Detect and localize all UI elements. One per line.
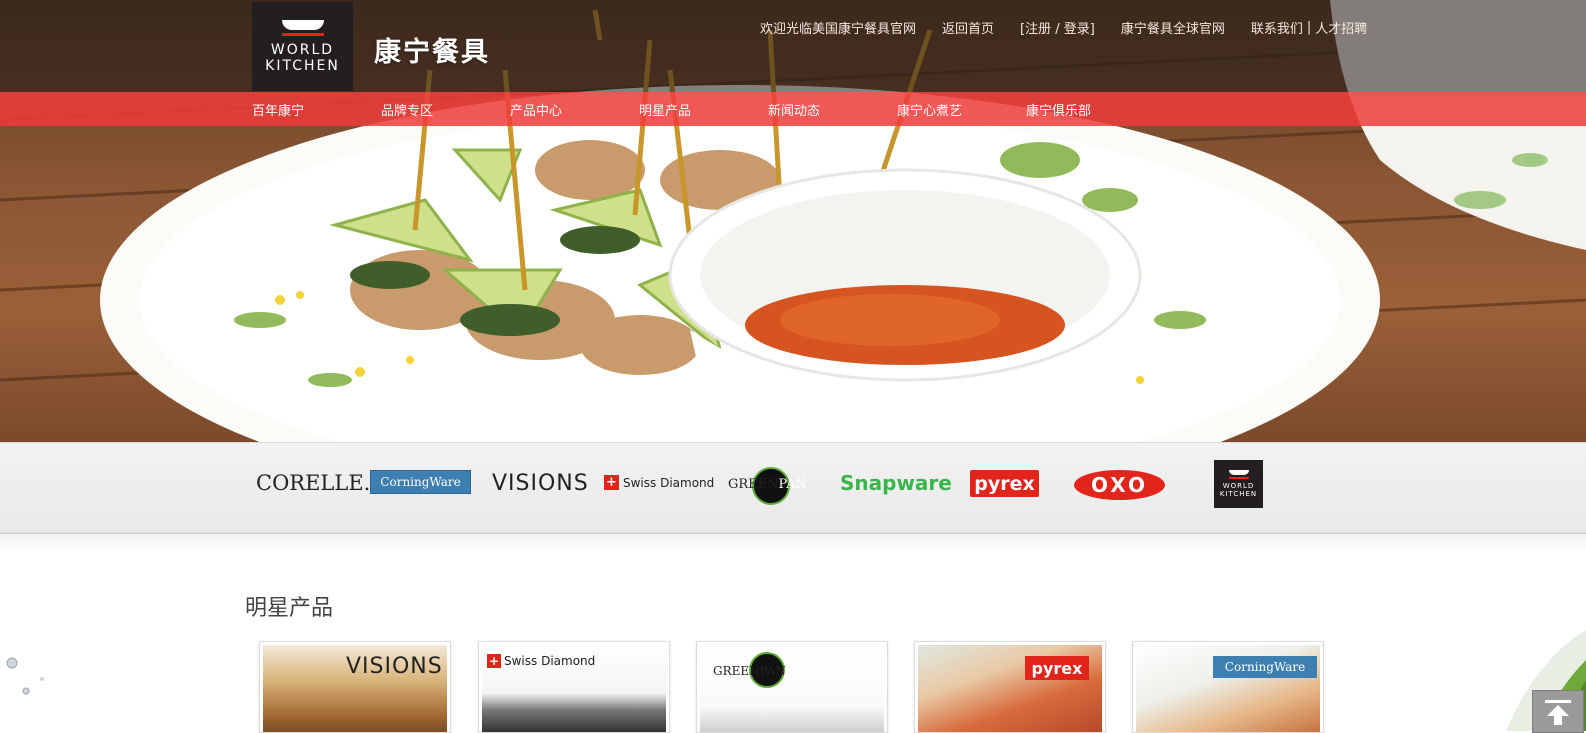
- brand-pyrex[interactable]: pyrex: [970, 470, 1039, 497]
- product-brand-label: + Swiss Diamond: [487, 654, 595, 668]
- brand-swiss-diamond[interactable]: + Swiss Diamond: [604, 475, 714, 490]
- swiss-cross-icon: +: [604, 475, 619, 490]
- site-title: 康宁餐具: [374, 37, 490, 68]
- product-brand-label: pyrex: [1025, 656, 1089, 680]
- register-login-link[interactable]: [注册 / 登录]: [1020, 18, 1095, 37]
- logo-text-world: WORLD: [270, 41, 335, 58]
- nav-item-brands[interactable]: 品牌专区: [381, 100, 510, 119]
- brand-corningware[interactable]: CorningWare: [370, 470, 471, 494]
- product-brand-label: CorningWare: [1213, 656, 1317, 678]
- brand-snapware[interactable]: Snapware: [840, 471, 952, 495]
- top-links: 欢迎光临美国康宁餐具官网 返回首页 [注册 / 登录] 康宁餐具全球官网 联系我…: [760, 17, 1367, 37]
- brand-corelle[interactable]: CORELLE.: [256, 471, 370, 495]
- arrow-up-icon: [1545, 699, 1571, 725]
- star-products-title: 明星产品: [245, 596, 334, 621]
- global-site-link[interactable]: 康宁餐具全球官网: [1121, 18, 1225, 37]
- greenpan-label-a: GREEN: [728, 477, 779, 492]
- product-brand-label: VISIONS: [346, 654, 443, 679]
- brand-oxo[interactable]: OXO: [1074, 470, 1165, 500]
- nav-item-history[interactable]: 百年康宁: [252, 100, 381, 119]
- product-image: [700, 645, 884, 732]
- nav-item-cooking[interactable]: 康宁心煮艺: [897, 100, 1026, 119]
- home-link[interactable]: 返回首页: [942, 18, 994, 37]
- wk-text-1: WORLD: [1222, 482, 1255, 490]
- jobs-link[interactable]: 人才招聘: [1315, 18, 1367, 37]
- header-bar: [0, 0, 1586, 92]
- brand-visions[interactable]: VISIONS: [492, 471, 589, 496]
- logo-bowl-icon: [281, 19, 324, 30]
- product-card-swiss-diamond[interactable]: + Swiss Diamond: [478, 641, 670, 733]
- greenpan-label: GREENPAN: [728, 477, 807, 492]
- product-card-greenpan[interactable]: GREENPAN: [696, 641, 888, 733]
- nav-item-news[interactable]: 新闻动态: [768, 100, 897, 119]
- brand-world-kitchen[interactable]: WORLD KITCHEN: [1214, 460, 1263, 508]
- contact-link[interactable]: 联系我们: [1251, 18, 1303, 37]
- brand-logo-strip: CORELLE. CorningWare VISIONS + Swiss Dia…: [0, 442, 1586, 534]
- swiss-cross-icon: +: [487, 654, 501, 668]
- strip-shadow: [0, 532, 1586, 554]
- product-card-corningware[interactable]: CorningWare: [1132, 641, 1324, 733]
- welcome-text: 欢迎光临美国康宁餐具官网: [760, 21, 917, 37]
- water-drops-decoration: [6, 657, 44, 695]
- nav-item-products[interactable]: 产品中心: [510, 100, 639, 119]
- product-card-pyrex[interactable]: pyrex: [914, 641, 1106, 733]
- logo-text-kitchen: KITCHEN: [265, 57, 340, 74]
- link-separator: |: [1306, 19, 1312, 35]
- product-brand-text: GREENPAN: [713, 664, 786, 678]
- greenpan-label-b: PAN: [778, 477, 807, 492]
- logo-stripe: [281, 32, 324, 36]
- swiss-diamond-label: Swiss Diamond: [623, 475, 715, 490]
- wk-text-2: KITCHEN: [1219, 490, 1258, 498]
- nav-item-club[interactable]: 康宁俱乐部: [1026, 100, 1155, 119]
- hero-banner: [0, 0, 1586, 442]
- main-nav: 百年康宁 品牌专区 产品中心 明星产品 新闻动态 康宁心煮艺 康宁俱乐部: [252, 92, 1155, 126]
- nav-item-star-products[interactable]: 明星产品: [639, 100, 768, 119]
- product-card-visions[interactable]: VISIONS: [259, 641, 451, 733]
- world-kitchen-logo[interactable]: WORLD KITCHEN: [252, 2, 353, 91]
- wk-stripe: [1228, 477, 1249, 479]
- product-brand-text: Swiss Diamond: [504, 654, 596, 668]
- back-to-top-button[interactable]: [1532, 690, 1584, 733]
- wk-bowl-icon: [1228, 470, 1249, 475]
- brand-greenpan[interactable]: GREENPAN: [728, 465, 807, 505]
